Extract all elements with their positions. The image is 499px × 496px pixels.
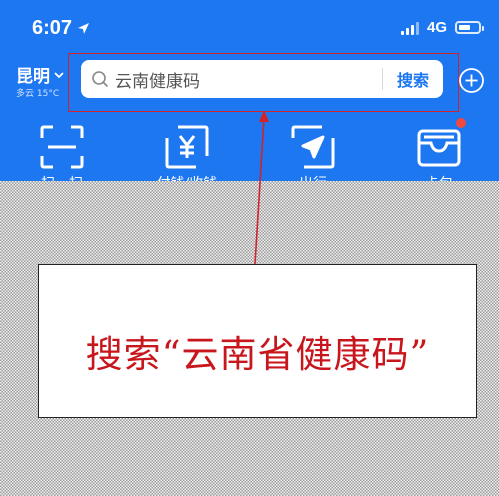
- battery-icon: [455, 21, 484, 34]
- shortcut-label: 扫一扫: [27, 173, 97, 181]
- payment-icon: [165, 125, 209, 169]
- signal-icon: [400, 21, 419, 35]
- shortcut-label: 付钱/收钱: [152, 173, 222, 181]
- card-wallet-icon: [417, 129, 461, 167]
- app-header: 6:07 4G 昆明 多云 15°C 云南健康码 搜索: [0, 0, 499, 181]
- travel-icon: [291, 125, 335, 169]
- shortcut-label: 卡包: [404, 173, 474, 181]
- search-highlight-box: [68, 53, 459, 112]
- network-type: 4G: [426, 19, 447, 36]
- city-selector[interactable]: 昆明: [16, 62, 64, 87]
- annotation-text: 搜索“云南省健康码”: [85, 333, 430, 376]
- shortcut-label: 出行: [278, 173, 348, 181]
- annotation-callout: 搜索“云南省健康码”: [38, 264, 477, 418]
- add-icon[interactable]: [458, 67, 485, 94]
- location-arrow-icon: [78, 23, 90, 34]
- scan-icon: [40, 125, 84, 169]
- notification-badge: [456, 118, 466, 128]
- status-time: 6:07: [32, 17, 90, 40]
- status-indicators: 4G: [400, 19, 484, 36]
- time-text: 6:07: [32, 17, 73, 39]
- city-name: 昆明: [16, 67, 50, 87]
- weather-text: 多云 15°C: [16, 89, 60, 99]
- chevron-down-icon: [54, 71, 64, 78]
